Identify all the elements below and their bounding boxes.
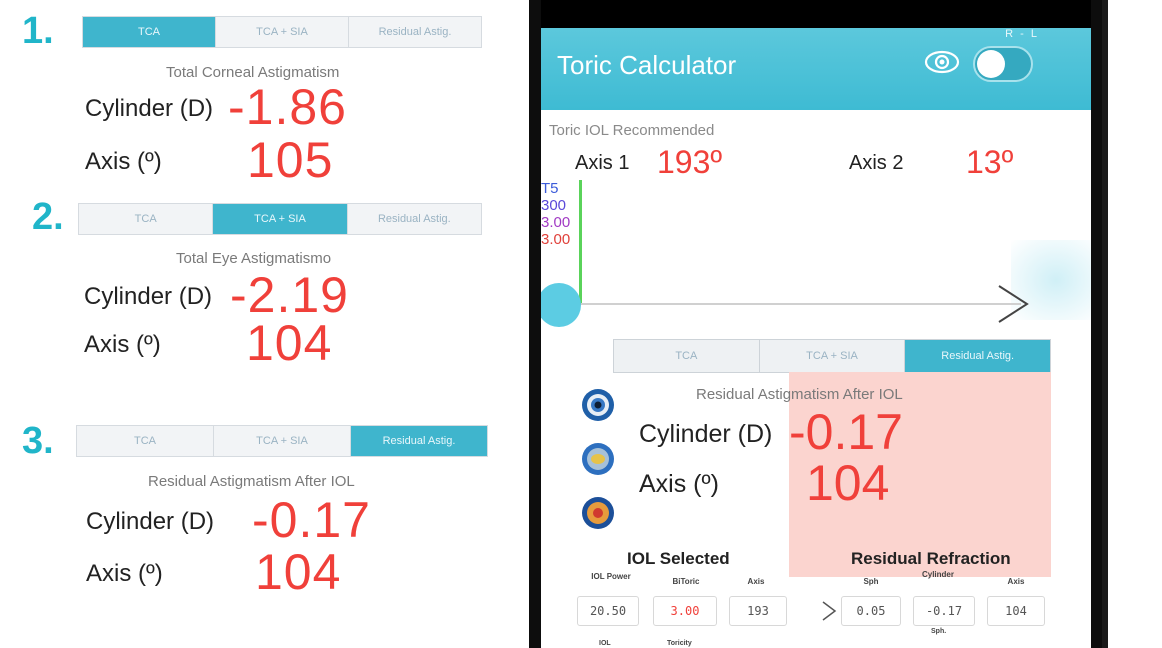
- residual-refraction-title: Residual Refraction: [851, 549, 1011, 568]
- bitoric-field[interactable]: 3.00: [653, 596, 717, 626]
- app-header: Toric Calculator R - L: [541, 28, 1091, 110]
- tab-tca[interactable]: TCA: [83, 17, 216, 47]
- cylinder-value: -0.17: [789, 404, 903, 460]
- axis-1-value: 193º: [657, 144, 723, 180]
- phone-segmented-control: TCA TCA + SIA Residual Astig.: [613, 339, 1051, 373]
- tab-tca[interactable]: TCA: [79, 204, 214, 234]
- app-title: Toric Calculator: [557, 50, 737, 80]
- iol-power-field[interactable]: 20.50: [577, 596, 639, 626]
- phone-side-edge: [1102, 0, 1108, 648]
- tab-residual-astig[interactable]: Residual Astig.: [348, 204, 481, 234]
- axis-value: 104: [806, 455, 890, 511]
- cylinder-label: Cylinder (D): [86, 508, 215, 535]
- toricity-header: Toricity: [667, 640, 692, 647]
- panel-subtitle: Residual Astigmatism After IOL: [148, 473, 355, 490]
- tab-tca[interactable]: TCA: [77, 426, 214, 456]
- toric-model-labels: T5 300 3.00 3.00: [541, 180, 570, 248]
- axis-2-value: 13º: [966, 144, 1014, 180]
- residual-subtitle: Residual Astigmatism After IOL: [696, 386, 903, 403]
- lens-view-icon[interactable]: [581, 442, 615, 476]
- toric-cylinder-label: 3.00: [541, 214, 571, 231]
- tab-residual-astig[interactable]: Residual Astig.: [349, 17, 481, 47]
- axis-slider-track[interactable]: [581, 303, 1021, 305]
- cylinder-value: -0.17: [252, 492, 371, 548]
- iol-axis-header: Axis: [747, 577, 765, 586]
- iol-bottom-header: IOL: [599, 640, 611, 647]
- tab-tca-sia[interactable]: TCA + SIA: [760, 340, 906, 372]
- tab-residual-astig[interactable]: Residual Astig.: [351, 426, 487, 456]
- segmented-control-2: TCA TCA + SIA Residual Astig.: [78, 203, 482, 235]
- iol-axis-field[interactable]: 193: [729, 596, 787, 626]
- tab-tca[interactable]: TCA: [614, 340, 760, 372]
- axis-slider-thumb[interactable]: [541, 283, 581, 327]
- sph-header: Sph: [863, 577, 879, 586]
- chevron-right-icon[interactable]: [993, 280, 1033, 328]
- bitoric-header: BiToric: [672, 577, 700, 586]
- cylinder-label: Cylinder (D): [639, 420, 773, 448]
- status-bar: [541, 0, 1091, 28]
- axis-label: Axis (º): [639, 470, 719, 498]
- step-number-3: 3.: [22, 420, 54, 462]
- refraction-axis-field[interactable]: 104: [987, 596, 1045, 626]
- cylinder-header: Cylinder: [921, 570, 954, 579]
- axis-value: 105: [247, 132, 334, 188]
- cylinder-label: Cylinder (D): [84, 283, 213, 310]
- toric-power-label: 300: [541, 197, 567, 214]
- eye-view-icon[interactable]: [581, 388, 615, 422]
- axis-marker-bar: [579, 180, 582, 305]
- toggle-knob: [977, 50, 1005, 78]
- eye-side-label: R - L: [1005, 28, 1039, 40]
- sph-field[interactable]: 0.05: [841, 596, 901, 626]
- tab-tca-sia[interactable]: TCA + SIA: [214, 426, 351, 456]
- axis-2-label: Axis 2: [849, 152, 904, 174]
- step-number-1: 1.: [22, 10, 54, 52]
- iol-power-header: IOL Power: [591, 572, 631, 581]
- eye-icon[interactable]: [923, 46, 961, 78]
- tab-tca-sia[interactable]: TCA + SIA: [216, 17, 349, 47]
- step-number-2: 2.: [32, 196, 64, 238]
- axis-1-label: Axis 1: [575, 152, 630, 174]
- refraction-axis-header: Axis: [1007, 577, 1025, 586]
- segmented-control-1: TCA TCA + SIA Residual Astig.: [82, 16, 482, 48]
- cylinder-value: -1.86: [228, 79, 347, 135]
- axis-label: Axis (º): [86, 560, 163, 587]
- panel-subtitle: Total Eye Astigmatismo: [176, 250, 332, 267]
- segmented-control-3: TCA TCA + SIA Residual Astig.: [76, 425, 488, 457]
- axis-value: 104: [246, 315, 333, 371]
- eye-side-toggle[interactable]: [973, 46, 1033, 82]
- tab-residual-astig[interactable]: Residual Astig.: [905, 340, 1051, 372]
- cylinder-label: Cylinder (D): [85, 95, 214, 122]
- iol-selected-title: IOL Selected: [627, 549, 730, 568]
- axis-value: 104: [255, 544, 342, 600]
- topography-view-icon[interactable]: [581, 496, 615, 530]
- cylinder-field[interactable]: -0.17: [913, 596, 975, 626]
- app-screen: Toric Calculator R - L Toric IOL Recomme…: [541, 0, 1091, 648]
- axis-label: Axis (º): [84, 331, 161, 358]
- axis-label: Axis (º): [85, 148, 162, 175]
- toric-model-label: T5: [541, 180, 559, 197]
- sph-eq-header: Sph.: [931, 628, 947, 635]
- arrow-right-icon: [822, 601, 837, 621]
- toric-iol-recommended-title: Toric IOL Recommended: [549, 122, 715, 139]
- cylinder-value: -2.19: [230, 267, 349, 323]
- phone-frame: Toric Calculator R - L Toric IOL Recomme…: [529, 0, 1102, 648]
- toric-cylinder-label-2: 3.00: [541, 231, 571, 248]
- tab-tca-sia[interactable]: TCA + SIA: [213, 204, 348, 234]
